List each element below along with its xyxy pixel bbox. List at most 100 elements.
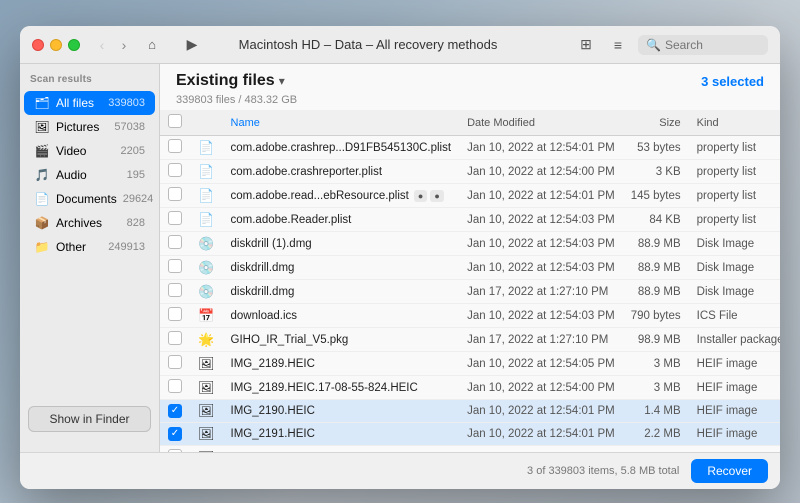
file-date: Jan 10, 2022 at 12:54:01 PM: [459, 400, 623, 423]
file-badge: ●: [430, 190, 443, 202]
sidebar-label-documents: Documents: [56, 192, 117, 206]
file-type-icon: 📄: [198, 140, 214, 156]
recover-button[interactable]: Recover: [691, 459, 768, 483]
header-check[interactable]: [160, 110, 190, 136]
file-size: 88.9 MB: [623, 256, 689, 280]
search-input[interactable]: [665, 38, 760, 52]
minimize-button[interactable]: [50, 39, 62, 51]
table-row[interactable]: 🖼IMG_2191.HEICJan 10, 2022 at 12:54:01 P…: [160, 423, 780, 446]
file-size: 3 KB: [623, 160, 689, 184]
sidebar-label-video: Video: [56, 144, 115, 158]
file-title-chevron-icon[interactable]: ▾: [279, 74, 285, 88]
row-checkbox[interactable]: [168, 235, 182, 249]
file-title: Existing files: [176, 72, 275, 90]
file-name: IMG_2189.HEIC: [231, 358, 315, 370]
file-type-icon: 📅: [198, 308, 214, 324]
file-name: IMG_2190.HEIC: [231, 405, 315, 417]
file-date: Jan 17, 2022 at 1:27:10 PM: [459, 328, 623, 352]
row-checkbox[interactable]: [168, 379, 182, 393]
file-header: Existing files ▾ 3 selected: [160, 64, 780, 94]
file-size: 1.4 MB: [623, 400, 689, 423]
file-badge: ●: [414, 190, 427, 202]
sidebar-item-pictures[interactable]: 🖼 Pictures 57038: [24, 115, 155, 139]
header-date[interactable]: Date Modified: [459, 110, 623, 136]
sidebar-item-other[interactable]: 📁 Other 249913: [24, 235, 155, 259]
video-icon: 🎬: [34, 143, 50, 159]
table-row[interactable]: 📅download.icsJan 10, 2022 at 12:54:03 PM…: [160, 304, 780, 328]
table-container[interactable]: Name Date Modified Size Kind 📄com.adobe.…: [160, 110, 780, 452]
table-row[interactable]: 🖼IMG_2190.HEICJan 10, 2022 at 12:54:01 P…: [160, 400, 780, 423]
table-row[interactable]: 📄com.adobe.read...ebResource.plist●●Jan …: [160, 184, 780, 208]
table-row[interactable]: 💿diskdrill (1).dmgJan 10, 2022 at 12:54:…: [160, 232, 780, 256]
table-row[interactable]: 📄com.adobe.Reader.plistJan 10, 2022 at 1…: [160, 208, 780, 232]
sidebar-item-audio[interactable]: 🎵 Audio 195: [24, 163, 155, 187]
row-checkbox[interactable]: [168, 427, 182, 441]
file-table: Name Date Modified Size Kind 📄com.adobe.…: [160, 110, 780, 452]
row-checkbox[interactable]: [168, 211, 182, 225]
header-name[interactable]: Name: [223, 110, 460, 136]
sidebar-count-audio: 195: [127, 169, 145, 181]
maximize-button[interactable]: [68, 39, 80, 51]
row-checkbox[interactable]: [168, 331, 182, 345]
file-size: 790 bytes: [623, 304, 689, 328]
select-all-checkbox[interactable]: [168, 114, 182, 128]
search-icon: 🔍: [646, 38, 661, 52]
sidebar-count-other: 249913: [108, 241, 145, 253]
show-in-finder-button[interactable]: Show in Finder: [28, 406, 151, 432]
file-name: diskdrill (1).dmg: [231, 238, 312, 250]
row-checkbox[interactable]: [168, 139, 182, 153]
all-files-icon: 🗂: [34, 95, 50, 111]
selected-count-badge: 3 selected: [701, 74, 764, 89]
sidebar-count-archives: 828: [127, 217, 145, 229]
table-row[interactable]: 💿diskdrill.dmgJan 17, 2022 at 1:27:10 PM…: [160, 280, 780, 304]
grid-view-button[interactable]: ⊞: [574, 33, 598, 57]
sidebar: Scan results 🗂 All files 339803 🖼 Pictur…: [20, 64, 160, 452]
sidebar-section-label: Scan results: [20, 74, 159, 91]
file-date: Jan 10, 2022 at 12:54:00 PM: [459, 376, 623, 400]
sidebar-item-video[interactable]: 🎬 Video 2205: [24, 139, 155, 163]
sidebar-label-archives: Archives: [56, 216, 121, 230]
header-size[interactable]: Size: [623, 110, 689, 136]
file-name: diskdrill.dmg: [231, 262, 295, 274]
row-checkbox[interactable]: [168, 259, 182, 273]
home-button[interactable]: ⌂: [142, 35, 162, 55]
back-button[interactable]: ‹: [92, 35, 112, 55]
row-checkbox[interactable]: [168, 187, 182, 201]
table-row[interactable]: 🌟GIHO_IR_Trial_V5.pkgJan 17, 2022 at 1:2…: [160, 328, 780, 352]
file-name: IMG_2191.HEIC: [231, 428, 315, 440]
sidebar-item-documents[interactable]: 📄 Documents 29624: [24, 187, 155, 211]
file-area: Existing files ▾ 3 selected 339803 files…: [160, 64, 780, 452]
table-row[interactable]: 🖼IMG_2189.HEICJan 10, 2022 at 12:54:05 P…: [160, 352, 780, 376]
sidebar-item-all-files[interactable]: 🗂 All files 339803: [24, 91, 155, 115]
file-kind: HEIF image: [689, 423, 780, 446]
documents-icon: 📄: [34, 191, 50, 207]
archives-icon: 📦: [34, 215, 50, 231]
row-checkbox[interactable]: [168, 355, 182, 369]
footer: 3 of 339803 items, 5.8 MB total Recover: [20, 452, 780, 489]
play-button[interactable]: ▶: [180, 33, 204, 57]
file-size: 2.2 MB: [623, 423, 689, 446]
file-size: 3 MB: [623, 352, 689, 376]
file-kind: property list: [689, 136, 780, 160]
sidebar-item-archives[interactable]: 📦 Archives 828: [24, 211, 155, 235]
row-checkbox[interactable]: [168, 307, 182, 321]
forward-button[interactable]: ›: [114, 35, 134, 55]
sidebar-label-pictures: Pictures: [56, 120, 108, 134]
audio-icon: 🎵: [34, 167, 50, 183]
file-name: com.adobe.Reader.plist: [231, 214, 352, 226]
file-title-row: Existing files ▾: [176, 72, 285, 90]
table-row[interactable]: 💿diskdrill.dmgJan 10, 2022 at 12:54:03 P…: [160, 256, 780, 280]
table-row[interactable]: 📄com.adobe.crashrep...D91FB545130C.plist…: [160, 136, 780, 160]
row-checkbox[interactable]: [168, 163, 182, 177]
file-type-icon: 🖼: [198, 380, 215, 396]
table-row[interactable]: 🖼IMG_2189.HEIC.17-08-55-824.HEICJan 10, …: [160, 376, 780, 400]
filter-button[interactable]: ≡: [606, 33, 630, 57]
row-checkbox[interactable]: [168, 283, 182, 297]
file-size: 53 bytes: [623, 136, 689, 160]
row-checkbox[interactable]: [168, 404, 182, 418]
sidebar-count-video: 2205: [121, 145, 145, 157]
file-kind: property list: [689, 208, 780, 232]
close-button[interactable]: [32, 39, 44, 51]
header-kind[interactable]: Kind: [689, 110, 780, 136]
table-row[interactable]: 📄com.adobe.crashreporter.plistJan 10, 20…: [160, 160, 780, 184]
